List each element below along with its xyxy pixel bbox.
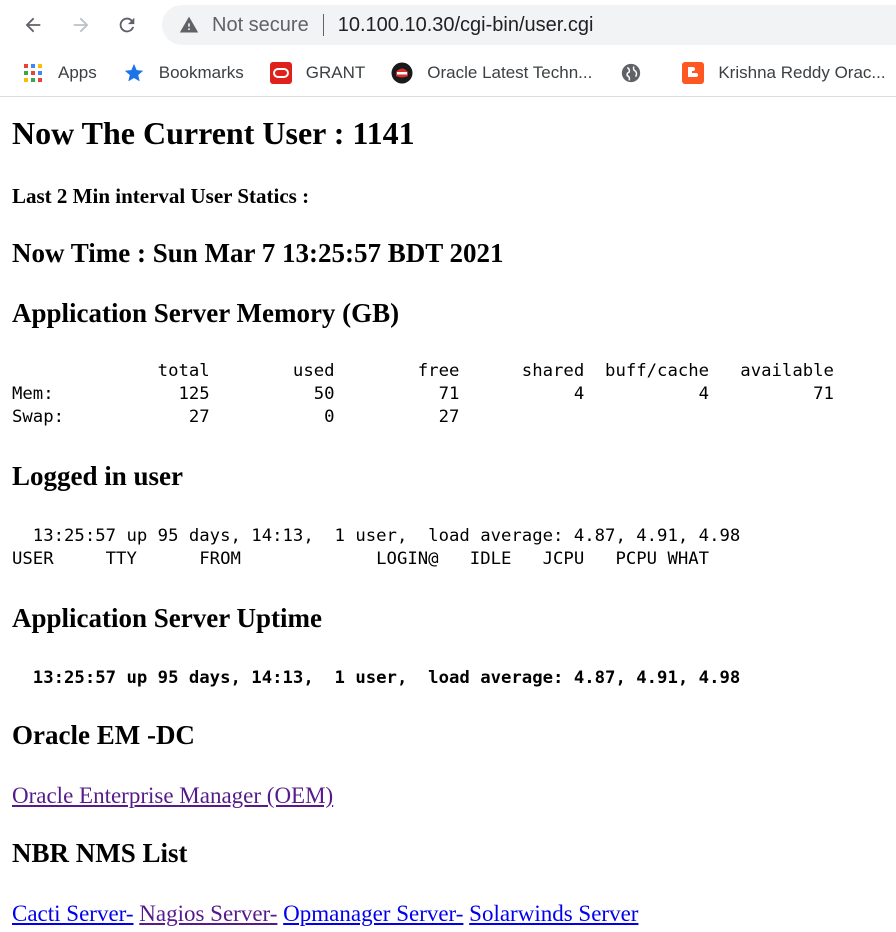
uptime-output: 13:25:57 up 95 days, 14:13, 1 user, load… (12, 668, 741, 688)
cacti-server-link[interactable]: Cacti Server- (12, 901, 134, 926)
browser-toolbar: Not secure 10.100.10.30/cgi-bin/user.cgi (0, 0, 896, 50)
bookmark-krishna-reddy[interactable]: Krishna Reddy Orac... (682, 58, 886, 88)
solarwinds-server-link[interactable]: Solarwinds Server (469, 901, 638, 926)
address-separator (322, 14, 324, 36)
oem-link[interactable]: Oracle Enterprise Manager (OEM) (12, 783, 333, 808)
warning-triangle-icon[interactable] (178, 14, 200, 36)
arrow-left-icon (25, 17, 41, 33)
uptime-heading: Application Server Uptime (12, 603, 322, 633)
nms-heading: NBR NMS List (12, 838, 188, 868)
forward-button[interactable] (64, 8, 98, 42)
now-time-heading: Now Time : Sun Mar 7 13:25:57 BDT 2021 (12, 238, 504, 268)
page-content: Now The Current User : 1141 Last 2 Min i… (0, 115, 896, 927)
bookmark-globe[interactable] (620, 58, 656, 88)
star-icon (123, 62, 145, 84)
logged-user-heading: Logged in user (12, 461, 184, 491)
bookmark-oracle-latest[interactable]: Oracle Latest Techn... (391, 58, 592, 88)
nms-links-row: Cacti Server- Nagios Server- Opmanager S… (12, 900, 884, 927)
nagios-server-link[interactable]: Nagios Server- (139, 901, 277, 926)
memory-output: total used free shared buff/cache availa… (12, 361, 834, 427)
logged-user-output: 13:25:57 up 95 days, 14:13, 1 user, load… (12, 526, 741, 569)
current-user-title: Now The Current User : 1141 (12, 115, 415, 151)
back-button[interactable] (16, 8, 50, 42)
bookmark-bookmarks[interactable]: Bookmarks (123, 58, 244, 88)
security-status-label[interactable]: Not secure (212, 14, 309, 37)
oem-heading: Oracle EM -DC (12, 720, 195, 750)
bookmark-label: Apps (58, 63, 97, 82)
oem-link-row: Oracle Enterprise Manager (OEM) (12, 782, 884, 809)
address-bar[interactable]: Not secure 10.100.10.30/cgi-bin/user.cgi (162, 5, 896, 45)
bookmark-grant[interactable]: GRANT (269, 58, 366, 88)
bookmark-label: GRANT (305, 63, 366, 82)
oracle-helmet-icon (391, 62, 413, 84)
bookmark-label: Oracle Latest Techn... (427, 63, 593, 82)
interval-stat-heading: Last 2 Min interval User Statics : (12, 184, 310, 208)
arrow-right-icon (73, 17, 89, 33)
bookmark-apps[interactable]: Apps (22, 58, 97, 88)
memory-heading: Application Server Memory (GB) (12, 298, 400, 328)
oracle-logo-icon (269, 62, 292, 84)
url-text[interactable]: 10.100.10.30/cgi-bin/user.cgi (338, 14, 594, 37)
reload-icon (119, 17, 135, 33)
globe-icon (620, 62, 642, 84)
bookmarks-bar: Apps Bookmarks GRANT Oracle Latest Techn… (0, 50, 896, 97)
apps-grid-icon (22, 62, 44, 84)
opmanager-server-link[interactable]: Opmanager Server- (283, 901, 463, 926)
bookmark-label: Krishna Reddy Orac... (718, 63, 886, 82)
bookmark-label: Bookmarks (158, 63, 244, 82)
reload-button[interactable] (110, 8, 144, 42)
blogger-icon (682, 62, 705, 84)
